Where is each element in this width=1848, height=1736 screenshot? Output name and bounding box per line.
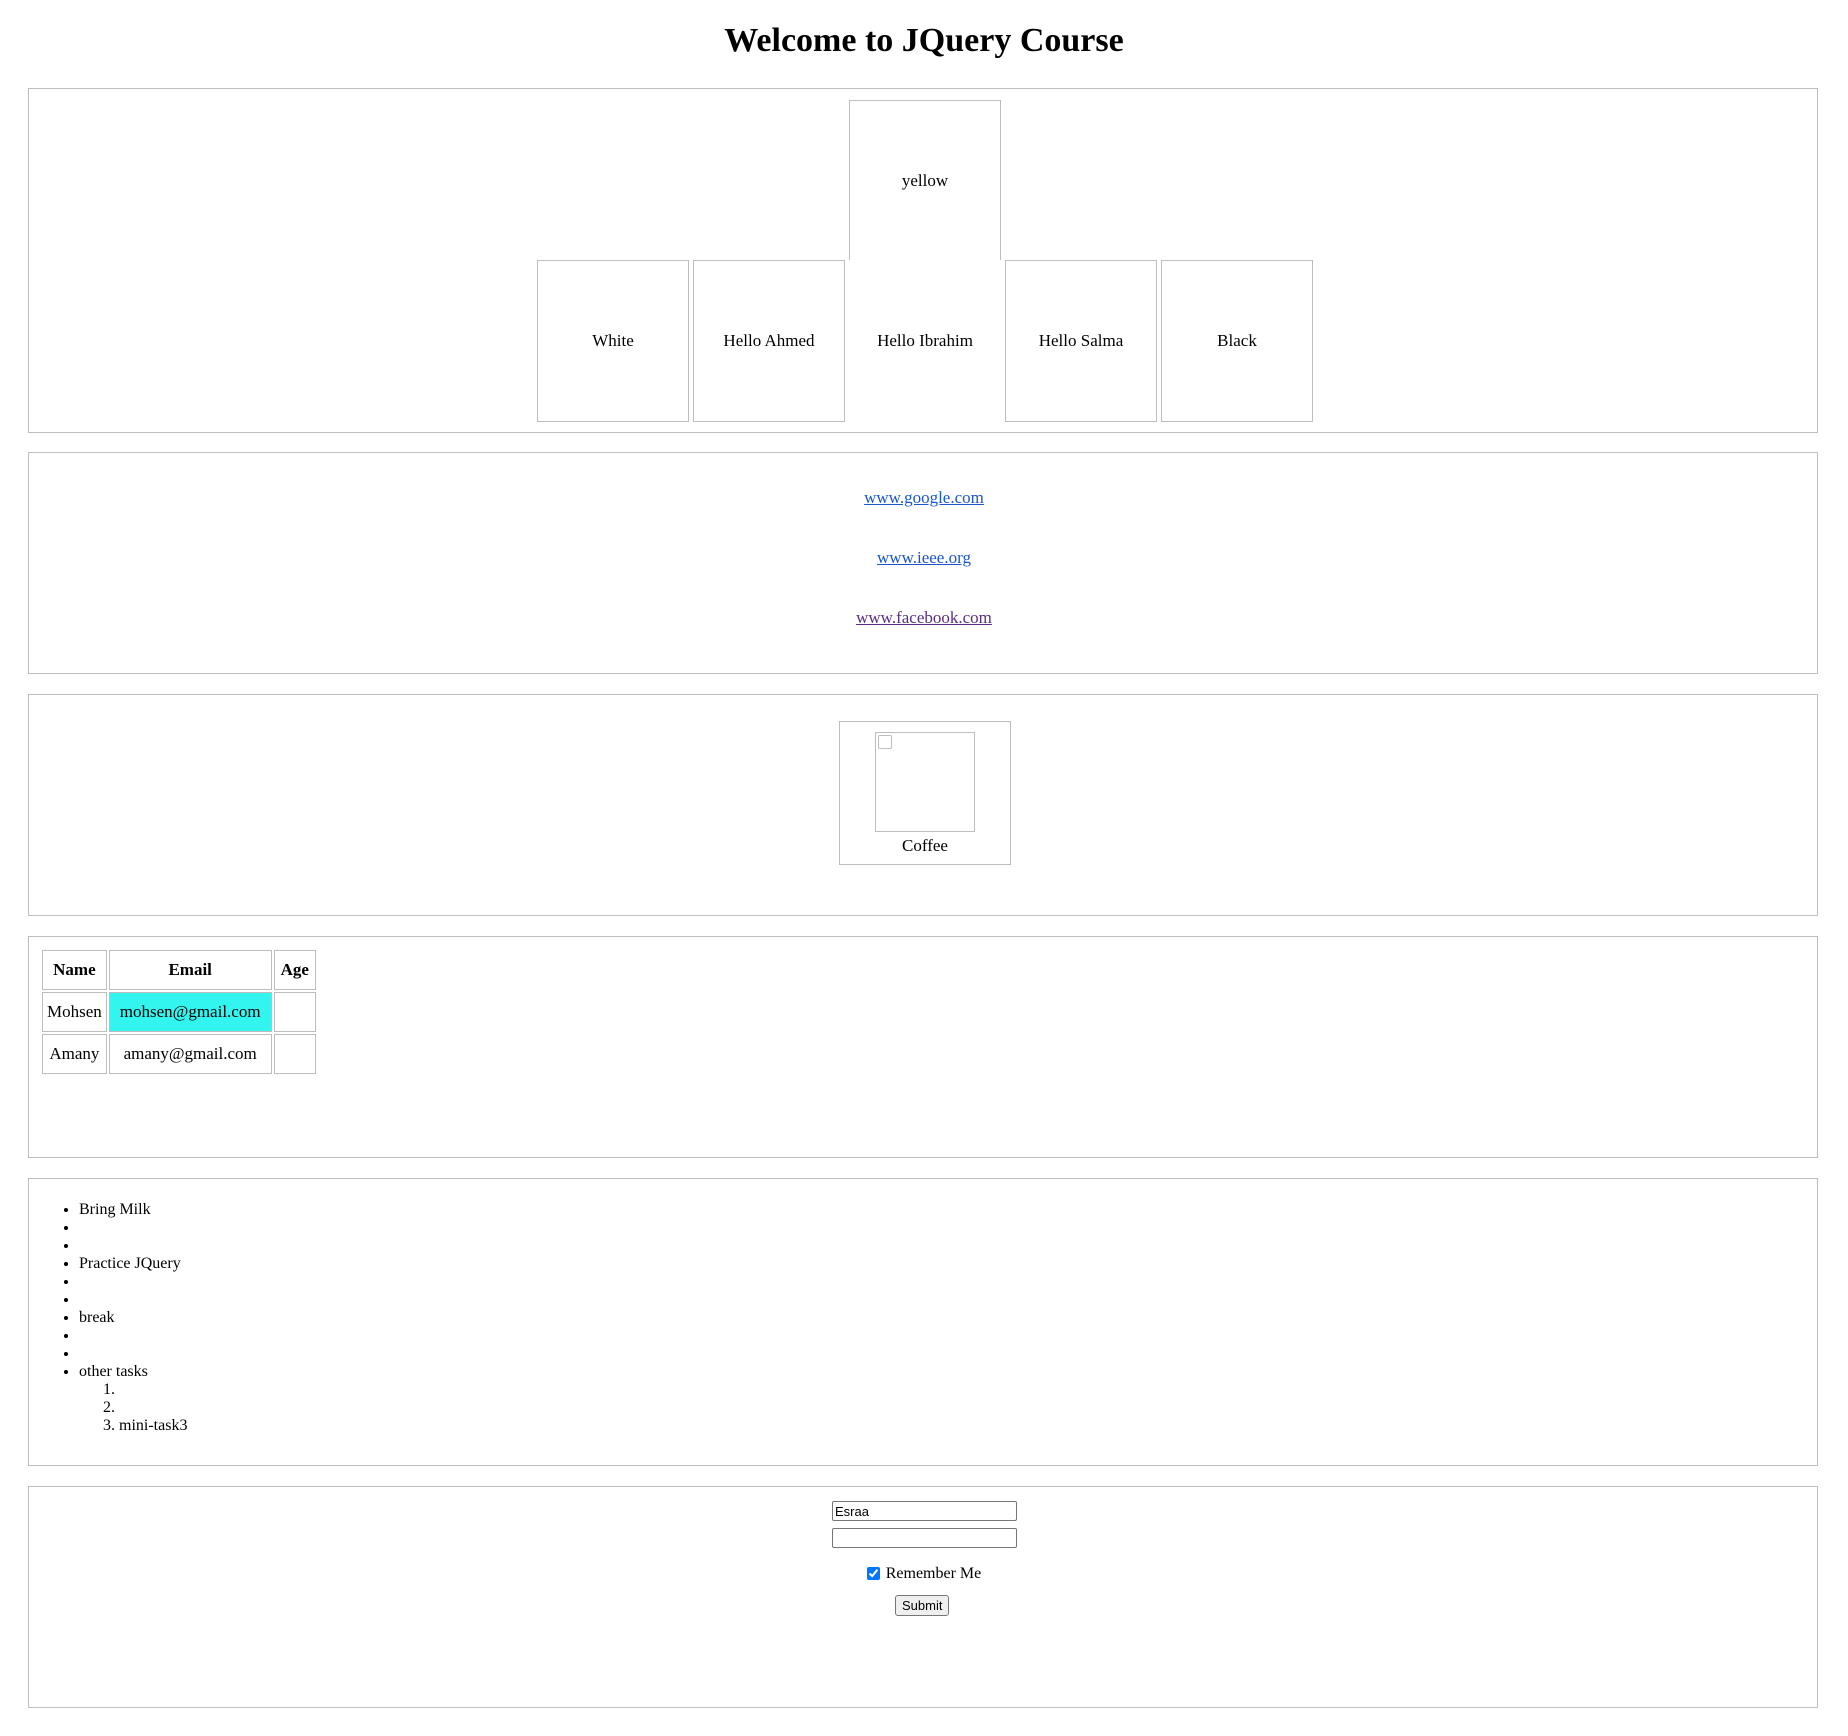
table-row: Mohsen mohsen@gmail.com xyxy=(42,992,316,1032)
list-item: break xyxy=(79,1309,187,1327)
username-input[interactable] xyxy=(832,1501,1017,1521)
remember-me-checkbox[interactable] xyxy=(866,1567,880,1580)
subtask-item xyxy=(119,1381,187,1399)
list-item: Bring Milk xyxy=(79,1201,187,1219)
remember-me-label[interactable]: Remember Me xyxy=(29,1565,1819,1583)
coffee-image xyxy=(875,732,975,832)
submit-button[interactable]: Submit xyxy=(895,1595,950,1616)
form-section: Remember Me Submit xyxy=(28,1486,1818,1708)
cell-age xyxy=(273,992,316,1032)
box-black[interactable]: Black xyxy=(1161,260,1313,422)
broken-image-icon xyxy=(878,735,892,749)
link-google[interactable]: www.google.com xyxy=(29,488,1819,508)
table-section: Name Email Age Mohsen mohsen@gmail.com A… xyxy=(28,936,1818,1158)
coffee-figure: Coffee xyxy=(839,721,1011,865)
task-list: Bring Milk Practice JQuery break other t… xyxy=(29,1201,187,1435)
list-item-other-tasks: other tasks mini-task3 xyxy=(79,1363,187,1435)
tasks-section: Bring Milk Practice JQuery break other t… xyxy=(28,1178,1818,1466)
people-table: Name Email Age Mohsen mohsen@gmail.com A… xyxy=(40,948,318,1076)
cell-name: Mohsen xyxy=(42,992,107,1032)
subtask-item: mini-task3 xyxy=(119,1417,187,1435)
box-yellow[interactable]: yellow xyxy=(849,100,1001,262)
box-hello-ibrahim[interactable]: Hello Ibrahim xyxy=(849,260,1001,422)
list-item: Practice JQuery xyxy=(79,1255,187,1273)
box-hello-ahmed[interactable]: Hello Ahmed xyxy=(693,260,845,422)
cell-name: Amany xyxy=(42,1034,107,1074)
cell-age xyxy=(273,1034,316,1074)
header-age: Age xyxy=(273,950,316,990)
page-title: Welcome to JQuery Course xyxy=(724,22,1124,59)
table-header-row: Name Email Age xyxy=(42,950,316,990)
subtask-item xyxy=(119,1399,187,1417)
links-section: www.google.com www.ieee.org www.facebook… xyxy=(28,452,1818,674)
header-name: Name xyxy=(42,950,107,990)
list-item xyxy=(79,1237,187,1255)
table-row: Amany amany@gmail.com xyxy=(42,1034,316,1074)
box-white[interactable]: White xyxy=(537,260,689,422)
list-item xyxy=(79,1327,187,1345)
header-email: Email xyxy=(108,950,272,990)
link-ieee[interactable]: www.ieee.org xyxy=(29,548,1819,568)
list-item xyxy=(79,1291,187,1309)
subtask-list: mini-task3 xyxy=(79,1381,187,1435)
list-item xyxy=(79,1273,187,1291)
figure-section: Coffee xyxy=(28,694,1818,916)
box-hello-salma[interactable]: Hello Salma xyxy=(1005,260,1157,422)
boxes-section: yellow White Hello Ahmed Hello Ibrahim H… xyxy=(28,88,1818,433)
cell-email: mohsen@gmail.com xyxy=(108,992,272,1032)
list-item xyxy=(79,1345,187,1363)
list-item-label: other tasks xyxy=(79,1363,148,1380)
remember-me-text: Remember Me xyxy=(885,1565,982,1582)
password-input[interactable] xyxy=(832,1528,1017,1548)
page: Welcome to JQuery Course yellow White He… xyxy=(0,0,1848,1736)
link-facebook[interactable]: www.facebook.com xyxy=(29,608,1819,628)
list-item xyxy=(79,1219,187,1237)
figure-caption: Coffee xyxy=(902,836,948,855)
cell-email: amany@gmail.com xyxy=(108,1034,272,1074)
